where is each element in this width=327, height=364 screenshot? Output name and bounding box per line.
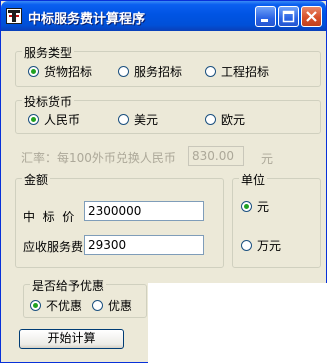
calculate-button[interactable]: 开始计算	[19, 329, 124, 349]
service-fee-label: 应收服务费	[23, 240, 84, 254]
radio-checked-icon	[28, 66, 39, 77]
discount-group: 是否给予优惠 不优惠 优惠	[23, 277, 147, 318]
discount-legend: 是否给予优惠	[30, 277, 107, 294]
service-type-option-label: 服务招标	[134, 65, 183, 79]
currency-option-eur[interactable]: 欧元	[205, 111, 245, 128]
radio-unchecked-icon	[241, 240, 252, 251]
unit-group: 单位 元 万元	[232, 171, 321, 268]
currency-group: 投标货币 人民币 美元 欧元	[15, 93, 321, 134]
radio-unchecked-icon	[205, 114, 216, 125]
maximize-icon	[282, 10, 295, 23]
bid-price-label: 中 标 价	[23, 210, 75, 224]
amount-legend: 金额	[22, 171, 51, 188]
app-icon[interactable]	[6, 8, 22, 24]
radio-unchecked-icon	[118, 114, 129, 125]
currency-legend: 投标货币	[22, 93, 75, 110]
discount-option-none[interactable]: 不优惠	[30, 297, 82, 314]
currency-option-label: 欧元	[221, 113, 246, 127]
service-type-option-label: 工程招标	[221, 65, 270, 79]
radio-checked-icon	[241, 201, 252, 212]
radio-checked-icon	[28, 114, 39, 125]
discount-option-yes[interactable]: 优惠	[92, 297, 132, 314]
service-type-option-goods[interactable]: 货物招标	[28, 63, 92, 80]
minimize-button[interactable]	[255, 6, 276, 27]
unit-legend: 单位	[239, 171, 268, 188]
discount-option-label: 优惠	[108, 299, 133, 313]
currency-option-label: 美元	[134, 113, 159, 127]
maximize-button[interactable]	[278, 6, 299, 27]
service-type-group: 服务类型 货物招标 服务招标 工程招标	[15, 44, 321, 87]
close-button[interactable]	[301, 6, 322, 27]
radio-unchecked-icon	[118, 66, 129, 77]
service-type-option-label: 货物招标	[44, 65, 93, 79]
currency-option-rmb[interactable]: 人民币	[28, 111, 80, 128]
window-title: 中标服务费计算程序	[28, 12, 146, 27]
bid-price-input[interactable]: 2300000	[84, 201, 204, 221]
title-bar[interactable]: 中标服务费计算程序	[1, 1, 326, 31]
screenshot-cutout	[148, 283, 327, 364]
currency-option-usd[interactable]: 美元	[118, 111, 158, 128]
radio-unchecked-icon	[205, 66, 216, 77]
unit-option-yuan[interactable]: 元	[241, 198, 269, 215]
currency-option-label: 人民币	[44, 113, 81, 127]
radio-checked-icon	[30, 300, 41, 311]
discount-option-label: 不优惠	[46, 299, 83, 313]
unit-option-label: 万元	[257, 239, 282, 253]
amount-group: 金额 中 标 价 2300000 应收服务费 29300	[15, 171, 224, 268]
service-type-option-engineering[interactable]: 工程招标	[205, 63, 269, 80]
radio-unchecked-icon	[92, 300, 103, 311]
close-icon	[306, 11, 317, 22]
unit-option-label: 元	[257, 200, 270, 214]
exchange-rate-unit: 元	[261, 152, 274, 166]
service-type-option-services[interactable]: 服务招标	[118, 63, 182, 80]
exchange-rate-label: 汇率：每100外币兑换人民币	[21, 151, 176, 165]
exchange-rate-field[interactable]: 830.00	[188, 146, 244, 166]
service-type-legend: 服务类型	[22, 44, 75, 61]
service-fee-field[interactable]: 29300	[84, 235, 204, 255]
unit-option-wanyuan[interactable]: 万元	[241, 237, 281, 254]
app-window: 中标服务费计算程序 服务类型 货物招标 服务招标 工程招标 投标货币 人民币 美…	[0, 0, 327, 364]
minimize-icon	[261, 19, 268, 22]
